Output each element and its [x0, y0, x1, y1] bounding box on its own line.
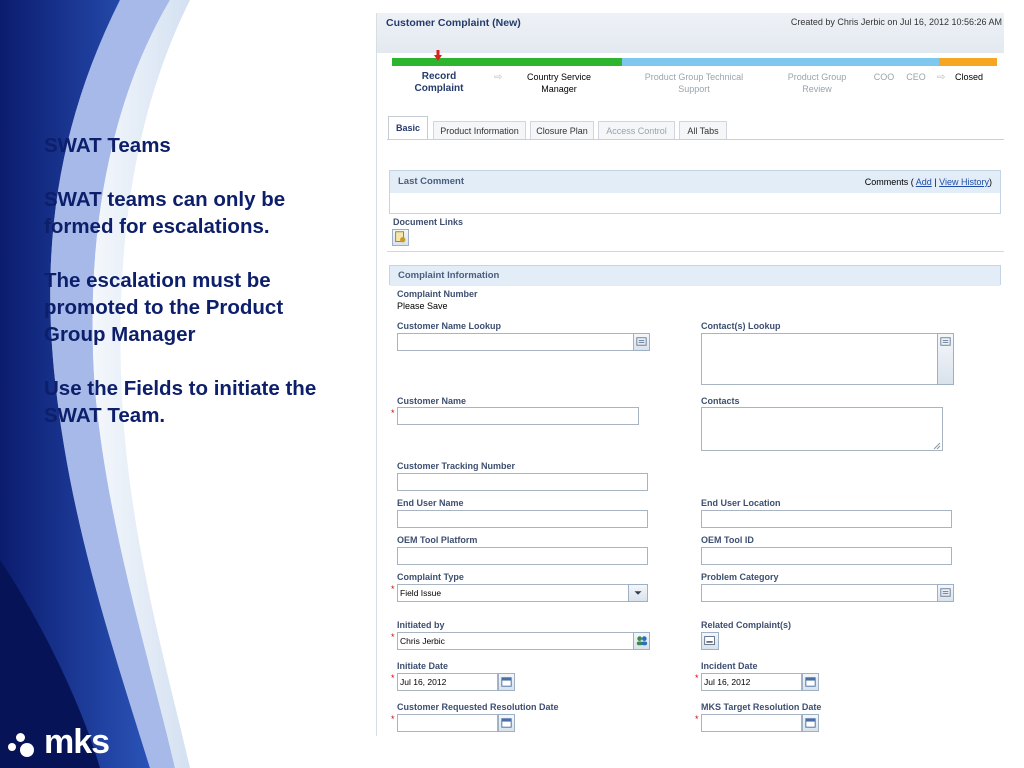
slide-paragraph: Use the Fields to initiate the SWAT Team…: [44, 377, 317, 427]
oem-tool-id-label: OEM Tool ID: [701, 535, 754, 545]
required-marker: *: [695, 673, 699, 683]
slide-heading: SWAT Teams: [44, 134, 171, 157]
stage-bar-done: [392, 58, 622, 66]
stage-country-service-manager[interactable]: Country Service Manager: [517, 71, 601, 95]
customer-name-lookup-label: Customer Name Lookup: [397, 321, 502, 331]
chevron-down-icon[interactable]: [628, 584, 648, 602]
mks-target-resolution-date-input[interactable]: [701, 714, 802, 732]
stage-bar-future: [622, 58, 939, 66]
required-marker: *: [391, 408, 395, 418]
complaint-form-window: Customer Complaint (New) Created by Chri…: [376, 13, 1004, 736]
slide-body-text: SWAT Teams SWAT teams can only be formed…: [44, 132, 344, 456]
logo-text: mks: [44, 723, 110, 761]
stage-record-complaint[interactable]: Record Complaint: [399, 71, 479, 95]
last-comment-heading: Last Comment Comments ( Add | View Histo…: [390, 171, 1000, 193]
end-user-location-input[interactable]: [701, 510, 952, 528]
customer-tracking-number-input[interactable]: [397, 473, 648, 491]
incident-date-label: Incident Date: [701, 661, 758, 671]
calendar-icon[interactable]: [498, 714, 515, 732]
comments-links: Comments ( Add | View History): [865, 171, 992, 193]
contacts-lookup-label: Contact(s) Lookup: [701, 321, 781, 331]
problem-category-input[interactable]: [701, 584, 938, 602]
customer-name-lookup-input[interactable]: [397, 333, 634, 351]
customer-requested-resolution-date-label: Customer Requested Resolution Date: [397, 702, 559, 712]
tab-divider: [387, 139, 1004, 140]
contacts-label: Contacts: [701, 396, 740, 406]
oem-tool-id-input[interactable]: [701, 547, 952, 565]
oem-tool-platform-input[interactable]: [397, 547, 648, 565]
view-history-link[interactable]: View History: [939, 177, 989, 187]
logo-dots-icon: [8, 725, 42, 759]
related-complaints-label: Related Complaint(s): [701, 620, 792, 630]
mks-logo: mks: [8, 722, 110, 762]
stage-arrow-icon: ⇨: [494, 72, 503, 83]
end-user-location-label: End User Location: [701, 498, 781, 508]
customer-name-label: Customer Name: [397, 396, 467, 406]
required-marker: *: [695, 714, 699, 724]
lookup-list-icon[interactable]: [937, 333, 954, 385]
stage-arrow-icon: ⇨: [937, 72, 946, 83]
add-comment-link[interactable]: Add: [916, 177, 932, 187]
calendar-icon[interactable]: [802, 673, 819, 691]
problem-category-label: Problem Category: [701, 572, 779, 582]
created-info: Created by Chris Jerbic on Jul 16, 2012 …: [790, 17, 1002, 27]
tab-product-information[interactable]: Product Information: [433, 121, 526, 140]
calendar-icon[interactable]: [802, 714, 819, 732]
document-links-label: Document Links: [393, 217, 464, 227]
customer-requested-resolution-date-input[interactable]: [397, 714, 498, 732]
comments-close-paren: ): [989, 177, 992, 187]
initiated-by-input[interactable]: Chris Jerbic: [397, 632, 634, 650]
initiated-by-label: Initiated by: [397, 620, 445, 630]
slide-paragraph: SWAT teams can only be formed for escala…: [44, 188, 286, 238]
stage-ceo: CEO: [906, 72, 926, 82]
lookup-list-icon[interactable]: [937, 584, 954, 602]
tab-basic[interactable]: Basic: [388, 116, 428, 140]
end-user-name-input[interactable]: [397, 510, 648, 528]
required-marker: *: [391, 584, 395, 594]
tab-all-tabs[interactable]: All Tabs: [679, 121, 727, 140]
current-stage-marker-icon: [434, 50, 442, 61]
stage-product-group-review: Product Group Review: [787, 72, 847, 94]
complaint-number-label: Complaint Number: [397, 289, 478, 299]
complaint-number-value: Please Save: [397, 301, 448, 311]
link-separator: |: [934, 177, 937, 187]
complaint-info-header: Complaint Information: [389, 265, 1001, 286]
complaint-type-label: Complaint Type: [397, 572, 464, 582]
textarea-resize-handle-icon[interactable]: [933, 442, 941, 450]
mks-target-resolution-date-label: MKS Target Resolution Date: [701, 702, 822, 712]
last-comment-panel: Last Comment Comments ( Add | View Histo…: [389, 170, 1001, 214]
user-picker-icon[interactable]: [633, 632, 650, 650]
stage-closed: Closed: [954, 72, 983, 82]
calendar-icon[interactable]: [498, 673, 515, 691]
customer-name-input[interactable]: [397, 407, 639, 425]
stage-coo: COO: [873, 72, 895, 82]
end-user-name-label: End User Name: [397, 498, 464, 508]
customer-tracking-number-label: Customer Tracking Number: [397, 461, 516, 471]
initiate-date-input[interactable]: Jul 16, 2012: [397, 673, 498, 691]
initiate-date-label: Initiate Date: [397, 661, 449, 671]
oem-tool-platform-label: OEM Tool Platform: [397, 535, 478, 545]
incident-date-input[interactable]: Jul 16, 2012: [701, 673, 802, 691]
contacts-textarea[interactable]: [701, 407, 943, 451]
complaint-info-title: Complaint Information: [390, 266, 1000, 286]
lookup-list-icon[interactable]: [633, 333, 650, 351]
form-title: Customer Complaint (New): [386, 17, 521, 29]
comments-label: Comments (: [864, 177, 914, 187]
attach-document-icon[interactable]: [392, 229, 409, 246]
contacts-lookup-input[interactable]: [701, 333, 938, 385]
last-comment-title: Last Comment: [398, 176, 464, 187]
complaint-type-select[interactable]: Field Issue: [397, 584, 629, 602]
section-divider: [387, 251, 1004, 252]
stage-product-group-technical-support: Product Group Technical Support: [644, 72, 744, 94]
required-marker: *: [391, 632, 395, 642]
related-complaints-icon[interactable]: [701, 632, 719, 650]
required-marker: *: [391, 714, 395, 724]
tab-access-control: Access Control: [598, 121, 675, 140]
tab-closure-plan[interactable]: Closure Plan: [530, 121, 594, 140]
required-marker: *: [391, 673, 395, 683]
stage-bar-final: [939, 58, 997, 66]
slide-paragraph: The escalation must be promoted to the P…: [44, 269, 284, 346]
